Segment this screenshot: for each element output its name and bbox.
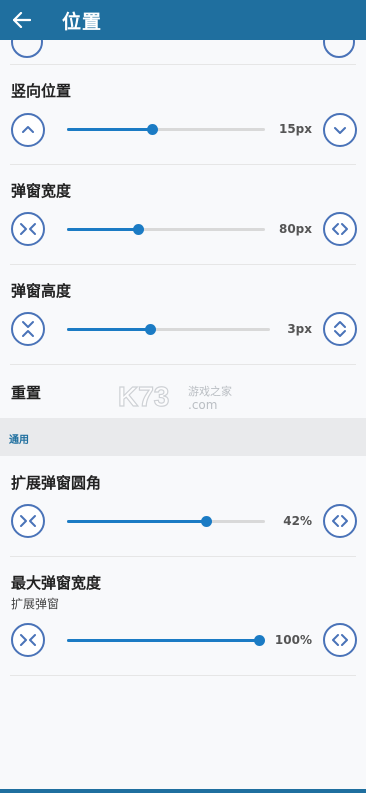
increase-button[interactable] [323, 113, 357, 147]
app-bar: 位置 [0, 0, 366, 40]
reset-item[interactable]: 重置 [11, 382, 41, 403]
section-header-label: 通用 [9, 435, 29, 446]
chevrons-outward-icon [332, 223, 348, 235]
slider-thumb[interactable] [133, 224, 145, 235]
max-width-label: 最大弹窗宽度 [11, 574, 102, 592]
max-width-sublabel: 扩展弹窗 [11, 597, 60, 611]
chevrons-inward-icon [20, 515, 36, 527]
vertical-position-slider[interactable] [67, 124, 265, 135]
divider [10, 364, 356, 365]
back-button[interactable] [0, 0, 44, 40]
vertical-position-label: 竖向位置 [11, 82, 72, 100]
decrease-button[interactable] [11, 113, 45, 147]
slider-fill [67, 128, 153, 131]
increase-button[interactable] [323, 312, 357, 346]
arrow-left-icon [13, 12, 31, 28]
max-width-value: 100% [274, 633, 312, 647]
slider-thumb[interactable] [147, 124, 159, 135]
chevrons-inward-icon [20, 223, 36, 235]
chevrons-inward-icon [20, 634, 36, 646]
popup-width-label: 弹窗宽度 [11, 182, 72, 200]
divider [10, 64, 356, 65]
popup-height-value: 3px [287, 322, 312, 336]
decrease-button[interactable] [11, 504, 45, 538]
watermark-logo: K73 游戏之家 .com [117, 380, 248, 416]
watermark-brand: K73 [118, 382, 169, 412]
vertical-position-value: 15px [278, 122, 312, 136]
watermark-text: 游戏之家 [188, 384, 232, 398]
divider [10, 164, 356, 165]
max-width-slider[interactable] [67, 635, 265, 646]
bottom-bar [0, 789, 366, 793]
popup-height-slider[interactable] [67, 324, 270, 335]
slider-fill [67, 639, 259, 642]
popup-width-value: 80px [278, 222, 312, 236]
partial-row [0, 40, 366, 64]
chevron-up-icon [22, 126, 34, 133]
popup-width-slider[interactable] [67, 224, 265, 235]
slider-thumb[interactable] [145, 324, 157, 335]
corner-radius-label: 扩展弹窗圆角 [11, 474, 102, 492]
section-header: 通用 [0, 418, 366, 456]
partial-left-button[interactable] [11, 40, 43, 58]
divider [10, 556, 356, 557]
slider-thumb[interactable] [200, 516, 212, 527]
chevron-down-icon [334, 127, 346, 134]
divider [10, 675, 356, 676]
decrease-button[interactable] [11, 212, 45, 246]
chevrons-vertical-outward-icon [334, 321, 346, 337]
page-title: 位置 [62, 10, 103, 33]
popup-height-label: 弹窗高度 [11, 282, 72, 300]
chevrons-vertical-inward-icon [22, 321, 34, 337]
corner-radius-value: 42% [283, 514, 312, 528]
increase-button[interactable] [323, 504, 357, 538]
corner-radius-slider[interactable] [67, 516, 265, 527]
increase-button[interactable] [323, 623, 357, 657]
decrease-button[interactable] [11, 312, 45, 346]
chevrons-outward-icon [332, 515, 348, 527]
watermark-domain: .com [188, 398, 217, 412]
slider-fill [67, 520, 206, 523]
partial-right-button[interactable] [323, 40, 355, 58]
slider-fill [67, 328, 151, 331]
increase-button[interactable] [323, 212, 357, 246]
divider [10, 264, 356, 265]
chevrons-outward-icon [332, 634, 348, 646]
slider-fill [67, 228, 139, 231]
decrease-button[interactable] [11, 623, 45, 657]
